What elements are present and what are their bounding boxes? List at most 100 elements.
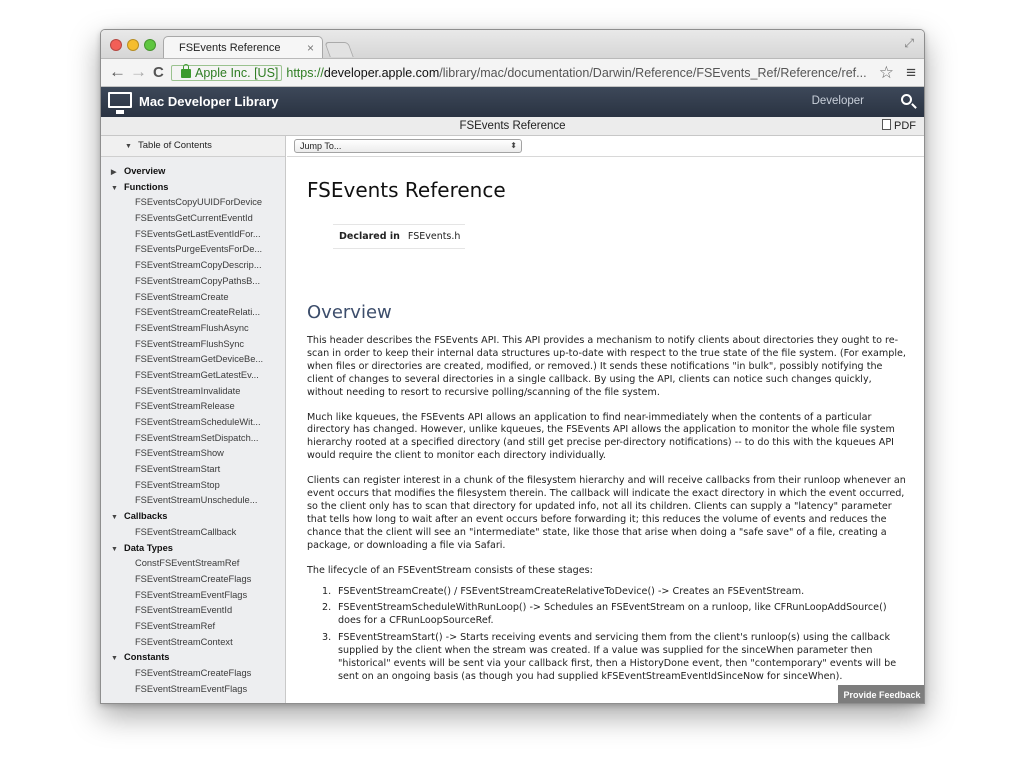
sidebar-item[interactable]: FSEventStreamCopyPathsB... — [101, 274, 285, 290]
sidebar-item[interactable]: FSEventStreamRelease — [101, 399, 285, 415]
sidebar-item[interactable]: ▶ Overview — [101, 164, 285, 180]
sidebar-item[interactable]: FSEventsCopyUUIDForDevice — [101, 195, 285, 211]
page-title: FSEvents Reference — [307, 178, 506, 202]
developer-link[interactable]: Developer — [808, 95, 864, 107]
sidebar-item[interactable]: FSEventStreamStart — [101, 462, 285, 478]
sidebar-item[interactable]: FSEventStreamInvalidate — [101, 384, 285, 400]
sidebar-item[interactable]: FSEventStreamEventFlags — [101, 682, 285, 698]
declared-in-label: Declared in — [339, 231, 400, 242]
sidebar-item-label: FSEventStreamStop — [135, 479, 220, 490]
sidebar-item[interactable]: FSEventStreamGetLatestEv... — [101, 368, 285, 384]
disclosure-down-icon[interactable]: ▼ — [111, 542, 124, 557]
toc-label: Table of Contents — [138, 140, 212, 151]
sidebar-item[interactable]: ▼ Functions — [101, 180, 285, 196]
sidebar-item-label: FSEventsGetCurrentEventId — [135, 213, 253, 224]
sidebar-item[interactable]: FSEventStreamSetDispatch... — [101, 431, 285, 447]
sidebar-item-label: FSEventStreamEventFlags — [135, 683, 248, 694]
sidebar-item[interactable]: FSEventStreamCreateRelati... — [101, 305, 285, 321]
browser-menu-icon[interactable]: ≡ — [906, 63, 916, 83]
tab-title: FSEvents Reference — [179, 42, 281, 54]
step-number: 1. — [322, 585, 332, 597]
sidebar-item[interactable]: FSEventStreamContext — [101, 635, 285, 651]
jump-to-select[interactable]: Jump To... ⬍ — [294, 139, 522, 153]
sidebar-item[interactable]: FSEventStreamRef — [101, 619, 285, 635]
sidebar-item[interactable]: FSEventStreamUnschedule... — [101, 493, 285, 509]
disclosure-down-icon[interactable]: ▼ — [111, 510, 124, 525]
sidebar-item-label: FSEventsGetLastEventIdFor... — [135, 228, 261, 239]
tab-close-icon[interactable]: × — [307, 41, 314, 55]
search-icon[interactable] — [901, 94, 912, 105]
lifecycle-intro: The lifecycle of an FSEventStream consis… — [307, 564, 593, 576]
lifecycle-steps: 1. FSEventStreamCreate() / FSEventStreamC… — [307, 586, 906, 684]
sidebar-item[interactable]: FSEventStreamScheduleWit... — [101, 415, 285, 431]
jump-to-label: Jump To... — [300, 141, 342, 151]
document-body: FSEvents Reference Declared in FSEvents.… — [287, 178, 924, 684]
sidebar-item[interactable]: FSEventStreamCreateFlags — [101, 666, 285, 682]
jump-bar: Jump To... ⬍ — [287, 136, 924, 157]
sidebar-item-label: FSEventStreamCallback — [135, 526, 237, 537]
provide-feedback-button[interactable]: Provide Feedback — [838, 685, 924, 703]
disclosure-right-icon[interactable]: ▶ — [111, 165, 124, 180]
new-tab-button[interactable] — [324, 42, 354, 57]
declared-in-table: Declared in FSEvents.h — [333, 224, 465, 249]
step-text: FSEventStreamCreate() / FSEventStreamCre… — [338, 585, 805, 597]
reload-button[interactable]: C — [153, 64, 164, 81]
document-title: FSEvents Reference — [459, 120, 566, 132]
sidebar-item-label: Callbacks — [124, 511, 168, 522]
toc-header[interactable]: ▼ Table of Contents — [101, 136, 285, 157]
sidebar-item-label: Constants — [124, 652, 170, 663]
overview-paragraph: Clients can register interest in a chunk… — [307, 475, 906, 551]
sidebar-item[interactable]: ▼ Callbacks — [101, 509, 285, 525]
sidebar-item-label: FSEventStreamCreateFlags — [135, 573, 252, 584]
fullscreen-icon[interactable]: ⤢ — [904, 36, 914, 51]
step-number: 3. — [322, 632, 332, 644]
sidebar-item[interactable]: FSEventStreamCreateFlags — [101, 572, 285, 588]
tab-fsevents-reference[interactable]: FSEvents Reference × — [163, 36, 323, 59]
sidebar-item[interactable]: FSEventStreamCreate — [101, 290, 285, 306]
disclosure-down-icon[interactable]: ▼ — [111, 181, 124, 196]
url-scheme: https:// — [286, 65, 324, 80]
sidebar-item[interactable]: FSEventsPurgeEventsForDe... — [101, 242, 285, 258]
sidebar-item[interactable]: FSEventsGetLastEventIdFor... — [101, 227, 285, 243]
sidebar-item[interactable]: ▼ Constants — [101, 650, 285, 666]
zoom-window-button[interactable] — [144, 39, 156, 51]
sidebar-item[interactable]: FSEventsGetCurrentEventId — [101, 211, 285, 227]
sidebar-item-label: FSEventStreamInvalidate — [135, 385, 241, 396]
developer-link-label: Developer — [811, 95, 864, 107]
sidebar-item[interactable]: ▼ Data Types — [101, 541, 285, 557]
minimize-window-button[interactable] — [127, 39, 139, 51]
disclosure-down-icon[interactable]: ▼ — [111, 651, 124, 666]
sidebar-item[interactable]: FSEventStreamCallback — [101, 525, 285, 541]
sidebar-item-label: FSEventStreamCreateFlags — [135, 668, 252, 678]
close-window-button[interactable] — [110, 39, 122, 51]
library-title[interactable]: Mac Developer Library — [139, 94, 278, 109]
disclosure-down-icon: ▼ — [125, 143, 132, 150]
sidebar-item-label: ConstFSEventStreamRef — [135, 558, 240, 569]
declared-in-value[interactable]: FSEvents.h — [408, 225, 461, 248]
sidebar-item-label: FSEventStreamContext — [135, 636, 233, 647]
sidebar-item[interactable]: FSEventStreamGetDeviceBe... — [101, 352, 285, 368]
pdf-link[interactable]: PDF — [882, 117, 916, 135]
sidebar-item[interactable]: FSEventStreamCopyDescrip... — [101, 258, 285, 274]
ev-certificate-badge[interactable]: Apple Inc. [US] — [171, 64, 283, 81]
address-bar[interactable]: Apple Inc. [US] https:// developer.apple… — [171, 62, 899, 83]
sidebar-item-label: FSEventStreamFlushSync — [135, 338, 245, 349]
bookmark-star-icon[interactable]: ☆ — [879, 63, 894, 83]
browser-window: FSEvents Reference × ⤢ ← → C Apple Inc. … — [100, 29, 925, 704]
sidebar-item[interactable]: FSEventStreamFlushSync — [101, 337, 285, 353]
sidebar-item[interactable]: FSEventStreamStop — [101, 478, 285, 494]
back-button[interactable]: ← — [109, 62, 126, 82]
sidebar-item[interactable]: FSEventStreamFlushAsync — [101, 321, 285, 337]
tab-strip: FSEvents Reference × ⤢ — [101, 30, 924, 59]
sidebar-item[interactable]: ConstFSEventStreamRef — [101, 556, 285, 572]
list-item: 2. FSEventStreamScheduleWithRunLoop() -> … — [322, 602, 912, 628]
forward-button[interactable]: → — [130, 62, 147, 82]
sidebar-item[interactable]: FSEventStreamEventFlags — [101, 588, 285, 604]
sidebar-item-label: Overview — [124, 166, 166, 176]
list-item: 3. FSEventStreamStart() -> Starts receivi… — [322, 632, 912, 684]
step-number: 2. — [322, 602, 332, 614]
sidebar-item-label: FSEventStreamCreateRelati... — [135, 307, 261, 318]
sidebar-item[interactable]: FSEventStreamEventId — [101, 603, 285, 619]
sidebar-item-label: FSEventStreamStart — [135, 464, 221, 475]
sidebar-item[interactable]: FSEventStreamShow — [101, 446, 285, 462]
